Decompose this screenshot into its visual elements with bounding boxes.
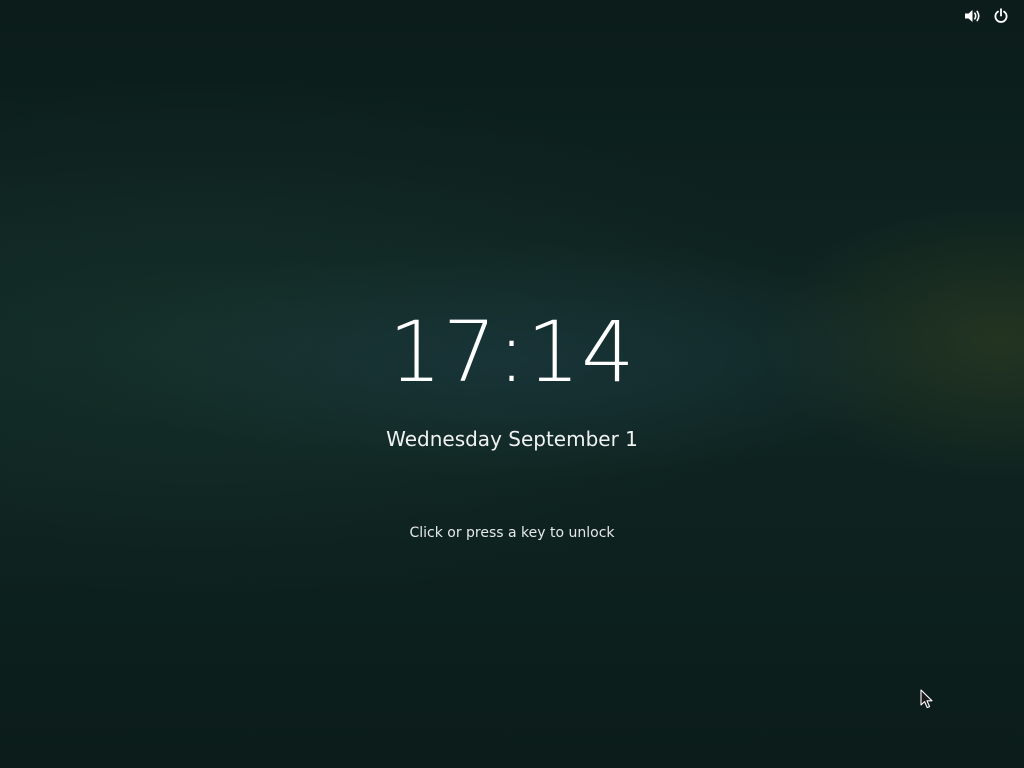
- lock-date: Wednesday September 1: [386, 427, 638, 451]
- lock-clock: 17:14: [388, 303, 636, 401]
- mouse-pointer-icon: [920, 689, 933, 709]
- volume-icon[interactable]: [964, 7, 982, 25]
- power-icon[interactable]: [992, 7, 1010, 25]
- system-status-area[interactable]: [964, 0, 1024, 32]
- unlock-hint: Click or press a key to unlock: [409, 525, 615, 541]
